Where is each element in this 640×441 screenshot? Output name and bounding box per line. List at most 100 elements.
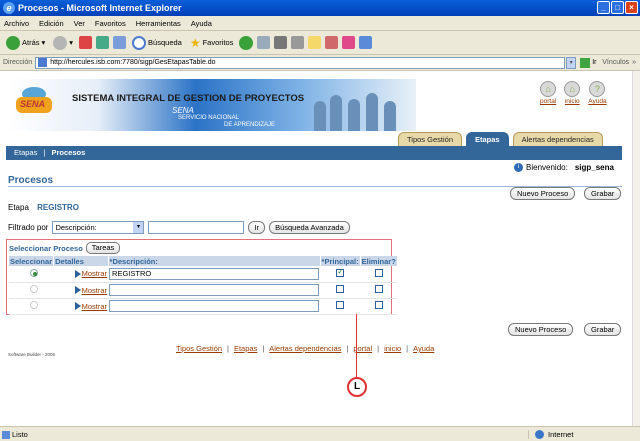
footer-etapas[interactable]: Etapas (234, 344, 257, 353)
description-input[interactable] (109, 300, 320, 312)
nuevo-proceso-button-bottom[interactable]: Nuevo Proceso (508, 323, 574, 336)
back-button[interactable]: Atrás ▾ (4, 34, 47, 52)
zone-label: Internet (548, 429, 574, 439)
close-icon[interactable]: × (625, 1, 638, 14)
nuevo-proceso-button-top[interactable]: Nuevo Proceso (510, 187, 576, 200)
forward-button[interactable]: ▾ (51, 34, 75, 52)
edit-icon[interactable] (291, 36, 305, 49)
mail-icon[interactable] (257, 36, 271, 49)
nuevo-proceso-label: Nuevo Proceso (517, 189, 569, 198)
breadcrumb: Etapas | Procesos (6, 146, 622, 160)
footer-ayuda[interactable]: Ayuda (413, 344, 434, 353)
history-icon[interactable] (239, 35, 254, 50)
links-button[interactable]: Vínculos » (602, 59, 640, 66)
search-button[interactable]: Búsqueda (130, 34, 184, 52)
filter-selected: Descripción: (55, 223, 97, 232)
footer-inicio[interactable]: inicio (384, 344, 401, 353)
banner-sena: SENA (172, 106, 194, 115)
footer-alertas[interactable]: Alertas dependencias (269, 344, 341, 353)
principal-checkbox[interactable] (336, 301, 345, 309)
maximize-icon[interactable]: □ (611, 1, 624, 14)
global-inicio[interactable]: ⌂ inicio (564, 81, 581, 105)
inicio-link[interactable]: inicio (565, 98, 580, 105)
links-label: Vínculos (602, 59, 630, 66)
filter-select[interactable]: Descripción: ▾ (52, 221, 145, 234)
mostrar-link[interactable]: Mostrar (82, 302, 107, 311)
menu-ver[interactable]: Ver (74, 19, 85, 28)
refresh-icon[interactable] (96, 36, 110, 49)
menu-bar: Archivo Edición Ver Favoritos Herramient… (0, 16, 640, 31)
table-row: Mostrar (9, 298, 398, 315)
show-details[interactable]: Mostrar (74, 286, 107, 295)
home-icon[interactable] (113, 36, 127, 49)
show-details[interactable]: Mostrar (74, 302, 107, 311)
print-icon[interactable] (274, 36, 288, 49)
global-portal[interactable]: ⌂ portal (540, 81, 556, 105)
favorites-label: Favoritos (202, 38, 234, 47)
row-select-radio[interactable] (30, 285, 38, 293)
grabar-button-top[interactable]: Grabar (584, 187, 622, 200)
address-input[interactable]: http://hercules.isb.com:7780/sigp/GesEta… (35, 56, 566, 69)
stop-icon[interactable] (79, 36, 93, 49)
portal-link[interactable]: portal (540, 98, 556, 105)
menu-edicion[interactable]: Edición (39, 19, 64, 28)
tab-tipos-gestion[interactable]: Tipos Gestión (398, 132, 462, 146)
tool-icon[interactable] (325, 36, 339, 49)
col-principal: *Principal: (320, 256, 361, 266)
star-icon: ★ (189, 35, 201, 50)
menu-herramientas[interactable]: Herramientas (136, 19, 181, 28)
search-icon (132, 35, 147, 50)
description-input[interactable]: REGISTRO (109, 267, 320, 280)
breadcrumb-procesos: Procesos (51, 148, 86, 157)
process-table: Seleccionar Detalles *Descripción: *Prin… (9, 256, 398, 315)
tab-etapas[interactable]: Etapas (466, 132, 509, 146)
go-arrow-icon (580, 57, 591, 68)
advanced-search-button[interactable]: Búsqueda Avanzada (269, 221, 350, 234)
table-row: Mostrar REGISTRO (9, 266, 398, 283)
row-select-radio[interactable] (30, 301, 38, 309)
folder-icon[interactable] (308, 36, 322, 49)
tab-alertas-dependencias[interactable]: Alertas dependencias (512, 132, 603, 146)
delete-checkbox[interactable] (374, 301, 383, 309)
ebay-icon[interactable] (342, 36, 356, 49)
banner-aprendizaje: DE APRENDIZAJE (224, 122, 276, 128)
description-input[interactable] (109, 284, 320, 296)
grabar-label: Grabar (591, 189, 615, 198)
minimize-icon[interactable]: _ (597, 1, 610, 14)
menu-archivo[interactable]: Archivo (4, 19, 29, 28)
tab-bar: Tipos Gestión Etapas Alertas dependencia… (398, 132, 603, 146)
ie-logo-icon: e (3, 2, 15, 14)
favorites-button[interactable]: ★ Favoritos (188, 34, 236, 52)
ayuda-link[interactable]: Ayuda (588, 98, 606, 105)
col-select: Seleccionar (9, 256, 55, 266)
mostrar-link[interactable]: Mostrar (82, 286, 107, 295)
home-icon: ⌂ (564, 81, 581, 97)
messenger-icon[interactable] (359, 36, 373, 49)
grabar-button-bottom[interactable]: Grabar (584, 323, 622, 336)
status-bar: Listo Internet (0, 426, 640, 441)
mostrar-link[interactable]: Mostrar (82, 269, 107, 278)
global-ayuda[interactable]: ? Ayuda (588, 81, 607, 105)
menu-favoritos[interactable]: Favoritos (95, 19, 126, 28)
window-titlebar: e Procesos - Microsoft Internet Explorer… (0, 0, 640, 16)
filter-go-button[interactable]: Ir (248, 221, 266, 234)
breadcrumb-etapas[interactable]: Etapas (14, 148, 37, 157)
delete-checkbox[interactable] (374, 268, 383, 277)
principal-checkbox[interactable] (336, 267, 345, 277)
etapa-field: Etapa REGISTRO (8, 203, 79, 212)
address-dropdown-icon[interactable]: ▾ (566, 56, 577, 69)
filter-input[interactable] (148, 221, 245, 234)
footer-nav: Tipos Gestión | Etapas | Alertas depende… (176, 344, 434, 353)
row-select-radio[interactable] (30, 268, 38, 277)
people-silhouettes (308, 89, 408, 131)
show-details[interactable]: Mostrar (74, 269, 107, 278)
table-row: Mostrar (9, 282, 398, 299)
footer-tipos-gestion[interactable]: Tipos Gestión (176, 344, 222, 353)
delete-checkbox[interactable] (374, 285, 383, 293)
expand-triangle-icon (74, 302, 81, 310)
vertical-scrollbar[interactable] (632, 71, 640, 426)
tareas-button[interactable]: Tareas (85, 242, 121, 254)
principal-checkbox[interactable] (336, 285, 345, 293)
go-button[interactable]: Ir (580, 57, 596, 68)
menu-ayuda[interactable]: Ayuda (191, 19, 212, 28)
